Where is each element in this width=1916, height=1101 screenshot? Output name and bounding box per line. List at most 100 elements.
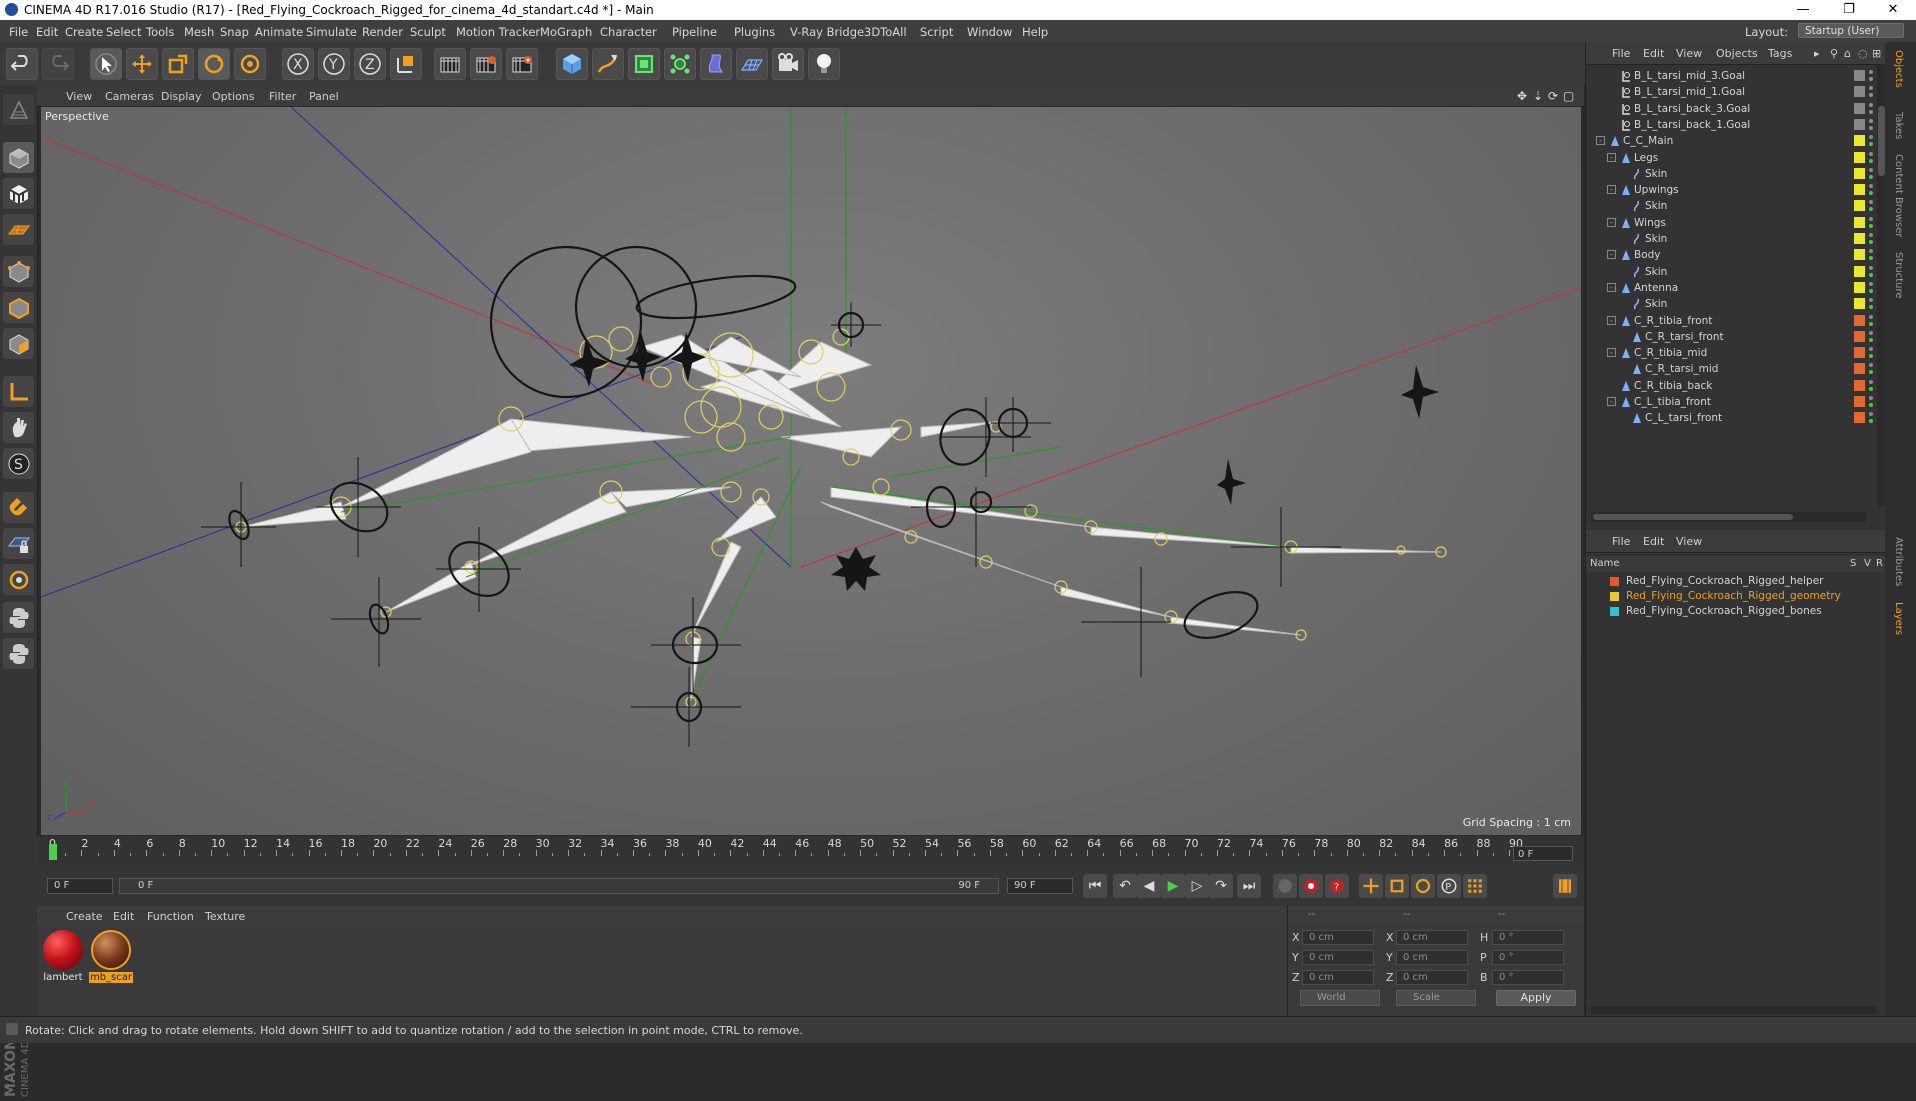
object-list-horizontal-scrollbar[interactable]: [1591, 512, 1866, 522]
expand-toggle-icon[interactable]: -: [1607, 348, 1616, 358]
position-z-field[interactable]: 0 cm: [1302, 970, 1374, 985]
render-settings-icon[interactable]: [506, 48, 538, 80]
previous-frame-icon[interactable]: ◀: [1137, 874, 1161, 898]
range-slider[interactable]: 0 F 90 F: [119, 878, 999, 894]
editor-visibility-dot[interactable]: [1869, 396, 1873, 400]
next-frame-icon[interactable]: ▷: [1185, 874, 1209, 898]
render-visibility-dot[interactable]: [1869, 403, 1873, 407]
recent-rotate-icon[interactable]: [234, 48, 266, 80]
expand-toggle-icon[interactable]: -: [1607, 217, 1616, 227]
expand-toggle-icon[interactable]: -: [1607, 397, 1616, 406]
layer-tag-icon[interactable]: [1854, 412, 1865, 424]
panel-options-icon[interactable]: ⊞: [1872, 47, 1881, 60]
menu-file[interactable]: File: [9, 25, 28, 39]
layer-tag-icon[interactable]: [1854, 167, 1865, 179]
menu-pipeline[interactable]: Pipeline: [672, 25, 717, 39]
z-axis-icon[interactable]: Z: [354, 48, 386, 80]
layer-tag-icon[interactable]: [1854, 298, 1865, 310]
python-icon[interactable]: [3, 602, 34, 633]
material-menu-texture[interactable]: Texture: [205, 910, 245, 923]
current-frame-field[interactable]: 0 F: [1513, 846, 1573, 861]
viewport-menu-panel[interactable]: Panel: [309, 90, 339, 103]
key-scale-icon[interactable]: [1385, 874, 1409, 898]
menu-help[interactable]: Help: [1022, 25, 1048, 39]
menu-render[interactable]: Render: [362, 25, 403, 39]
viewport-menu-filter[interactable]: Filter: [269, 90, 296, 103]
menu-mesh[interactable]: Mesh: [184, 25, 214, 39]
menu-create[interactable]: Create: [65, 25, 103, 39]
tweak-mode-icon[interactable]: [3, 412, 34, 443]
render-visibility-dot[interactable]: [1869, 256, 1873, 261]
frame-ruler[interactable]: 0246810121416182022242628303234363840424…: [49, 837, 1523, 862]
render-visibility-dot[interactable]: [1869, 354, 1873, 359]
close-button[interactable]: ✕: [1870, 0, 1916, 20]
layer-tag-icon[interactable]: [1854, 135, 1865, 147]
editor-visibility-dot[interactable]: [1869, 233, 1873, 237]
magnet-icon[interactable]: [3, 492, 34, 523]
viewport-move-icon[interactable]: ✥: [1517, 89, 1527, 103]
model-mode-icon[interactable]: [3, 142, 34, 173]
pen-icon[interactable]: [592, 48, 624, 80]
menu-window[interactable]: Window: [967, 25, 1012, 39]
layer-row-bones[interactable]: Red_Flying_Cockroach_Rigged_bones: [1586, 604, 1886, 619]
subdivision-icon[interactable]: [628, 48, 660, 80]
expand-toggle-icon[interactable]: -: [1596, 136, 1605, 146]
end-frame-field[interactable]: 90 F: [1007, 878, 1073, 894]
layer-tag-icon[interactable]: [1854, 102, 1865, 114]
editor-visibility-dot[interactable]: [1869, 347, 1873, 352]
polygon-pen-icon[interactable]: [3, 564, 34, 595]
y-axis-icon[interactable]: Y: [318, 48, 350, 80]
menu-mograph[interactable]: MoGraph: [540, 25, 592, 39]
object-row[interactable]: C_L_tarsi_front: [1586, 408, 1876, 428]
playhead[interactable]: [49, 844, 57, 860]
expand-toggle-icon[interactable]: -: [1607, 315, 1616, 325]
key-parameter-icon[interactable]: P: [1437, 874, 1461, 898]
layer-menu-file[interactable]: File: [1612, 535, 1630, 548]
layer-tag-icon[interactable]: [1854, 314, 1865, 326]
apply-button[interactable]: Apply: [1496, 990, 1576, 1006]
render-visibility-dot[interactable]: [1869, 337, 1873, 342]
menu-snap[interactable]: Snap: [220, 25, 249, 39]
cloner-icon[interactable]: [664, 48, 696, 80]
more-menu-icon[interactable]: ▸: [1814, 47, 1820, 60]
snapping-icon[interactable]: S: [3, 448, 34, 479]
editor-visibility-dot[interactable]: [1869, 167, 1873, 172]
world-coord-icon[interactable]: [390, 48, 422, 80]
object-menu-objects[interactable]: Objects: [1716, 47, 1758, 60]
go-to-end-icon[interactable]: ⏭: [1237, 874, 1261, 898]
expand-toggle-icon[interactable]: -: [1607, 152, 1616, 162]
tab-content-browser[interactable]: Content Browser: [1893, 154, 1904, 237]
layer-tag-icon[interactable]: [1854, 379, 1865, 391]
layer-tag-icon[interactable]: [1854, 363, 1865, 375]
render-visibility-dot[interactable]: [1869, 272, 1873, 277]
render-visibility-dot[interactable]: [1869, 125, 1873, 130]
start-frame-field[interactable]: 0 F: [47, 878, 113, 894]
tab-objects[interactable]: Objects: [1893, 50, 1904, 88]
material-menu-function[interactable]: Function: [147, 910, 194, 923]
minimize-button[interactable]: —: [1780, 0, 1826, 20]
layer-horizontal-scrollbar[interactable]: [1591, 1006, 1876, 1014]
render-picture-icon[interactable]: [470, 48, 502, 80]
go-to-start-icon[interactable]: ⏮: [1083, 874, 1107, 898]
material-lambert[interactable]: lambert: [41, 930, 85, 983]
texture-mode-icon[interactable]: [3, 178, 34, 209]
viewport-zoom-icon[interactable]: ⇣: [1533, 89, 1543, 103]
editor-visibility-dot[interactable]: [1869, 314, 1873, 319]
tab-layers[interactable]: Layers: [1893, 602, 1904, 635]
layer-tag-icon[interactable]: [1854, 70, 1865, 81]
menu-motion-tracker[interactable]: Motion Tracker: [456, 25, 540, 39]
render-visibility-dot[interactable]: [1869, 109, 1873, 114]
render-visibility-dot[interactable]: [1869, 207, 1873, 212]
layer-tag-icon[interactable]: [1854, 233, 1865, 244]
search-icon[interactable]: ⚲: [1830, 47, 1838, 60]
rotation-b-field[interactable]: 0 °: [1492, 970, 1564, 985]
layer-tag-icon[interactable]: [1854, 281, 1865, 293]
menu-select[interactable]: Select: [106, 25, 141, 39]
menu-edit[interactable]: Edit: [36, 25, 58, 39]
scale-icon[interactable]: [162, 48, 194, 80]
material-menu-edit[interactable]: Edit: [113, 910, 134, 923]
rotation-h-field[interactable]: 0 °: [1492, 930, 1564, 945]
layer-menu-edit[interactable]: Edit: [1643, 535, 1664, 548]
editor-visibility-dot[interactable]: [1869, 151, 1873, 156]
object-menu-view[interactable]: View: [1676, 47, 1702, 60]
